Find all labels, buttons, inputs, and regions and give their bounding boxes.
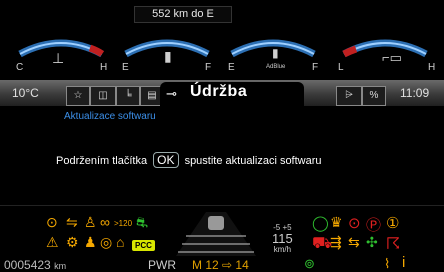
clock: 11:09 <box>400 86 430 100</box>
headlight-icon: ◯ <box>312 215 329 232</box>
oil-max-label: H <box>428 62 436 73</box>
person-warning-icon: ♙ <box>84 214 97 230</box>
distance-badge: >120 <box>114 219 133 228</box>
adblue-min-label: E <box>228 62 235 73</box>
ok-button[interactable]: OK <box>153 152 179 168</box>
brake-warning-icon: ⊙ <box>348 215 361 232</box>
fuel-pump-icon: ▮ <box>164 48 172 64</box>
road-icon[interactable]: ⩥ <box>336 86 362 106</box>
set-speed: -5 +5 115 km/h <box>272 222 293 255</box>
lift-axle-icon: ⇶ <box>330 234 342 250</box>
trailer-brake-icon: ⌂ <box>116 234 125 250</box>
fuel-gauge <box>118 14 216 80</box>
speed-unit: km/h <box>273 245 292 254</box>
adblue-icon: ▮ <box>272 46 279 60</box>
power-mode: PWR <box>148 258 176 272</box>
coolant-max-label: H <box>100 62 108 73</box>
glow-plug-icon: ⌇ <box>384 256 391 271</box>
outside-temperature: 10°C <box>12 86 39 100</box>
distance-warning-icon: ∞ <box>100 214 110 230</box>
wrench-icon: ⊸ <box>166 86 177 101</box>
section-heading: Aktualizace softwaru <box>64 111 156 122</box>
instruction-pre: Podržením tlačítka <box>56 155 148 167</box>
odometer: 0005423 km <box>4 258 66 272</box>
lane-icon: ⇋ <box>66 214 78 230</box>
fuel-max-label: F <box>205 62 212 73</box>
adblue-max-label: F <box>312 62 319 73</box>
odometer-value: 0005423 <box>4 258 51 272</box>
coolant-gauge <box>12 14 110 80</box>
oil-can-icon: ⌐▭ <box>382 50 402 65</box>
service-icon: ① <box>386 215 400 232</box>
eco-icon: ⊚ <box>304 256 315 271</box>
exhaust-icon: ☈ <box>386 236 401 253</box>
road-graphic <box>176 212 256 256</box>
tire-pressure-icon: ⊙ <box>46 214 58 230</box>
coolant-min-label: C <box>16 62 24 73</box>
parking-brake-icon: Ⓟ <box>366 217 382 234</box>
coolant-temperature-icon: ⊥ <box>52 50 65 66</box>
oil-gauge <box>336 14 434 80</box>
divider <box>0 205 444 206</box>
cruise-icon: ⛐ <box>136 214 149 230</box>
diff-lock-icon: ✣ <box>366 234 378 250</box>
seatbelt-icon: ♟ <box>84 234 97 250</box>
trailer-icon[interactable]: ╘ <box>116 86 140 106</box>
active-tab-title: Údržba <box>190 83 248 100</box>
info-icon: i <box>402 254 406 271</box>
percent-icon[interactable]: % <box>362 86 386 106</box>
oil-min-label: L <box>338 62 344 73</box>
fuel-min-label: E <box>122 62 129 73</box>
odometer-unit: km <box>54 261 67 271</box>
slippery-icon: ⚠ <box>46 234 59 250</box>
instruction-post: spustite aktualizaci softwaru <box>184 155 322 167</box>
brake-icon: ◎ <box>100 234 113 250</box>
truck-door-icon[interactable]: ◫ <box>90 86 116 106</box>
star-icon[interactable]: ☆ <box>66 86 90 106</box>
retarder-icon: ⚙ <box>66 234 79 250</box>
gear-indicator: M 12 ⇨ 14 <box>192 258 249 272</box>
axle-icon: ⇆ <box>348 234 360 250</box>
pcc-badge: PCC <box>132 240 155 251</box>
instruction-text: Podržením tlačítka OK spustite aktualiza… <box>56 152 322 168</box>
adblue-label: AdBlue <box>266 64 286 70</box>
speed-value: 115 <box>272 231 293 246</box>
engine-warning-icon: ♛ <box>330 214 343 230</box>
